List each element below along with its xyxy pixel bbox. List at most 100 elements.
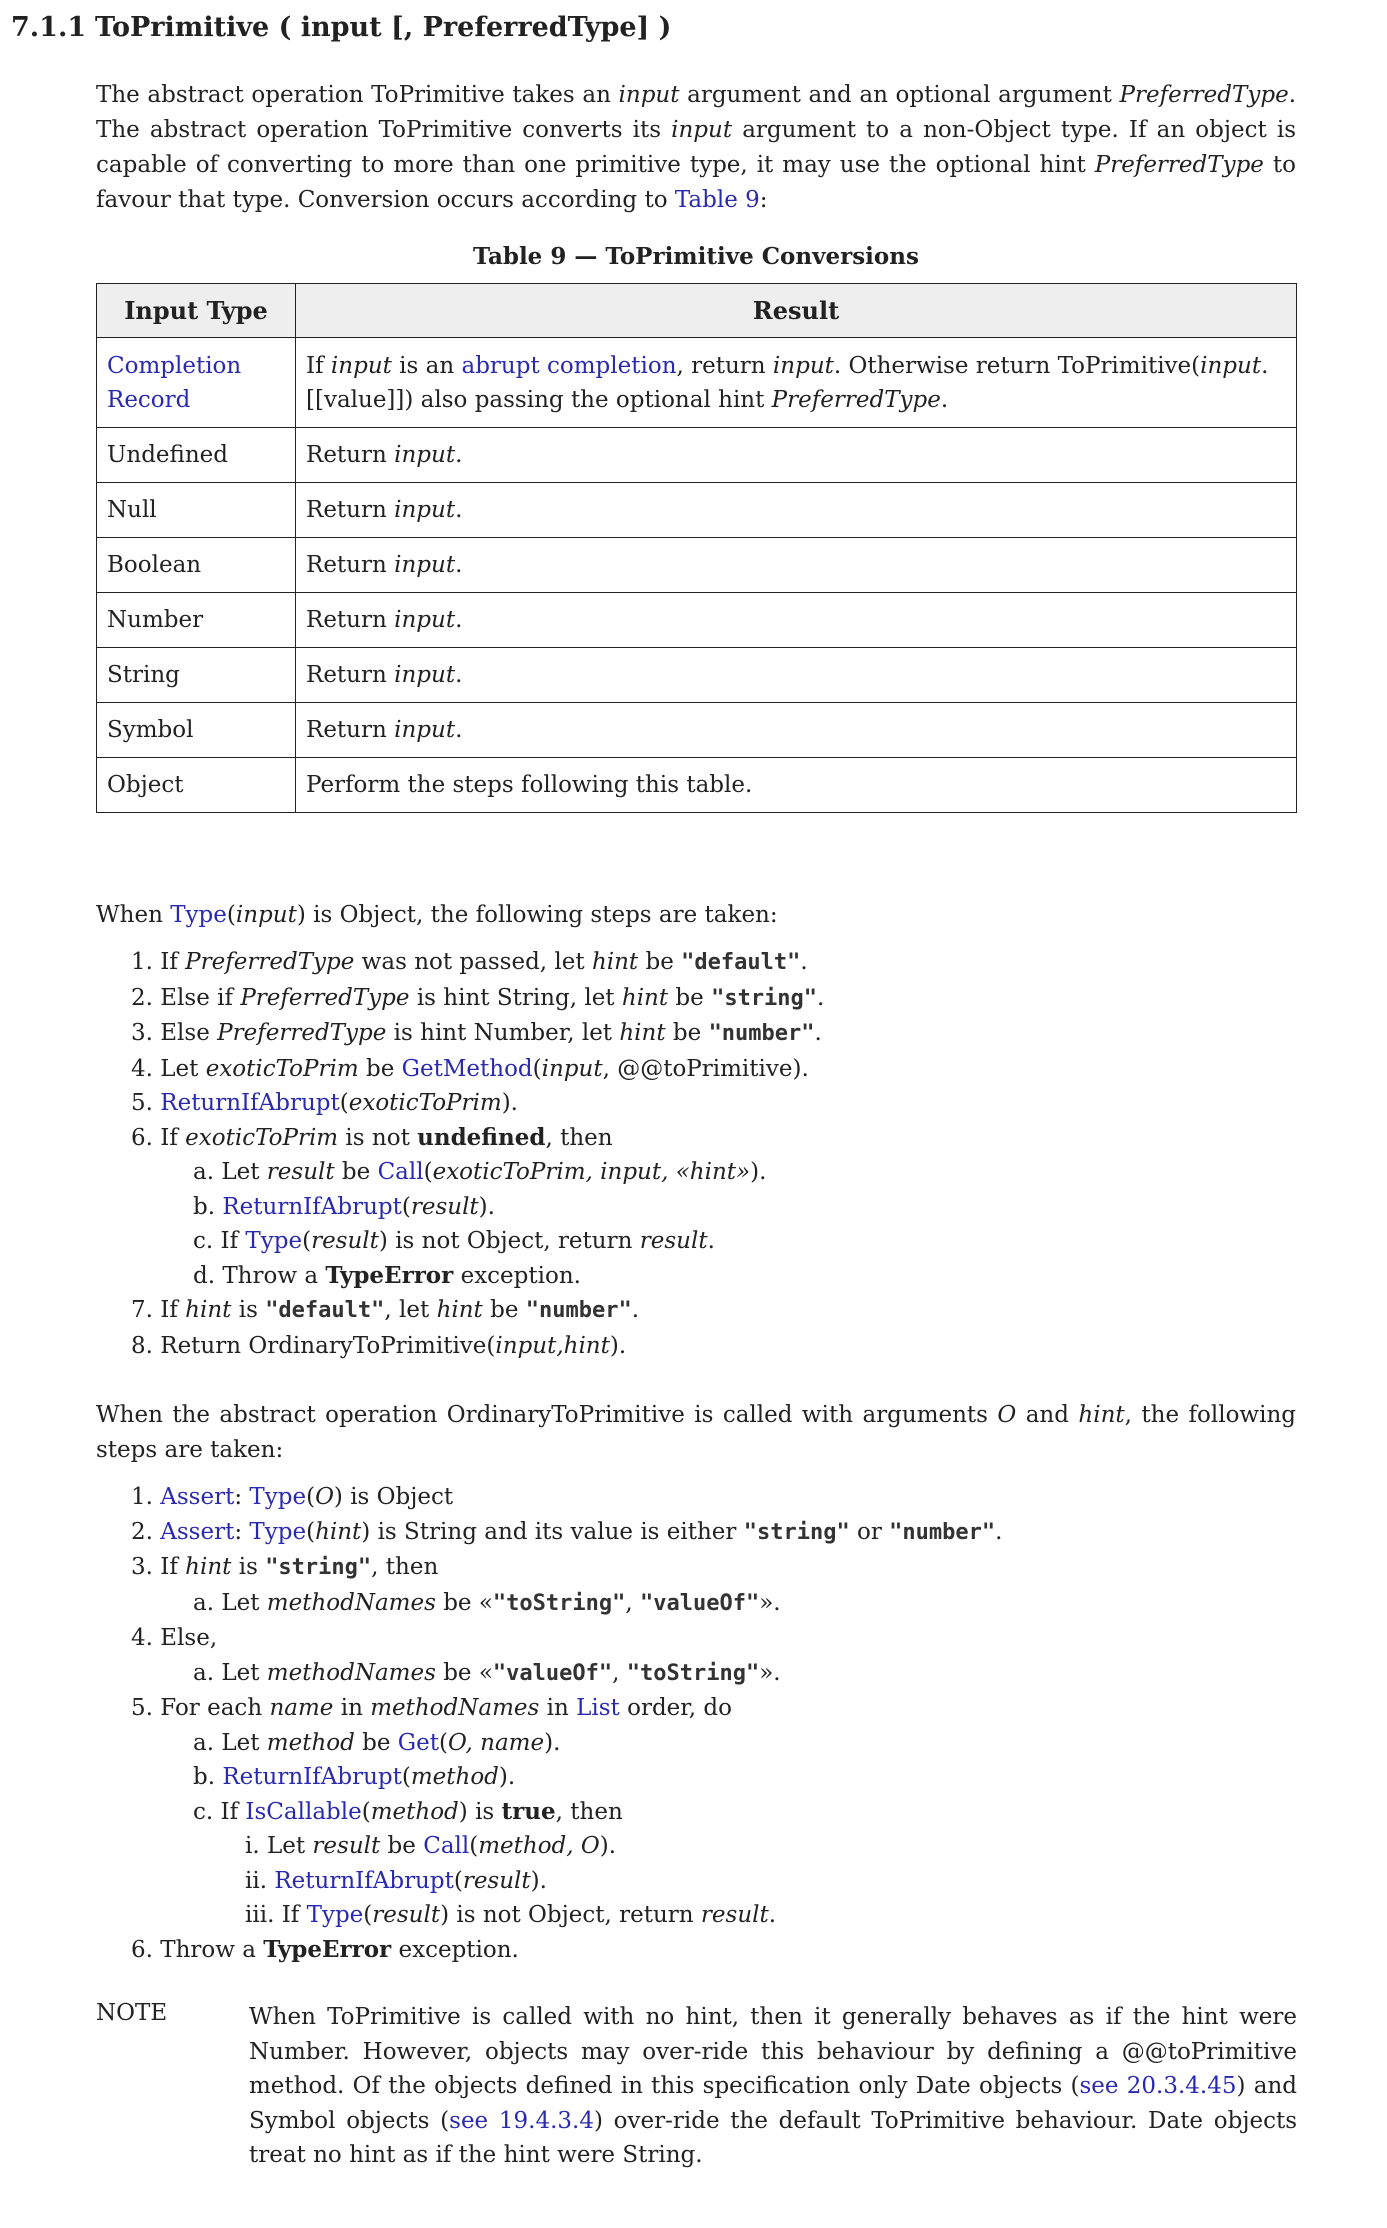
text: ). xyxy=(498,1764,516,1790)
returnifabrupt-link[interactable]: ReturnIfAbrupt xyxy=(160,1090,340,1116)
term: O xyxy=(997,1402,1017,1428)
term: input xyxy=(394,497,456,523)
text: a. Let xyxy=(193,1729,267,1756)
text: ( xyxy=(363,1902,373,1928)
text: Return xyxy=(306,497,395,523)
bold-term: TypeError xyxy=(263,1935,392,1963)
step: 6. If exoticToPrim is not undefined, the… xyxy=(131,1121,824,1156)
step: 8. Return OrdinaryToPrimitive(input,hint… xyxy=(131,1329,824,1364)
returnifabrupt-link[interactable]: ReturnIfAbrupt xyxy=(222,1194,402,1220)
text: a. Let xyxy=(193,1589,267,1616)
text: be xyxy=(668,984,712,1011)
text: , then xyxy=(371,1554,439,1580)
assert-link[interactable]: Assert xyxy=(160,1484,234,1510)
cell-result: Return input. xyxy=(295,537,1297,593)
text: exception. xyxy=(391,1936,519,1963)
step: 3. If hint is "string", then xyxy=(131,1550,1002,1586)
substep: iii. If Type(result) is not Object, retu… xyxy=(131,1898,1002,1933)
text: Return xyxy=(306,607,395,633)
substep: d. Throw a TypeError exception. xyxy=(131,1259,824,1294)
term: input xyxy=(235,902,297,928)
term: input xyxy=(671,117,733,143)
see-19-4-3-4-link[interactable]: see 19.4.3.4 xyxy=(449,2108,594,2134)
text: b. xyxy=(193,1193,223,1220)
text: . xyxy=(995,1518,1003,1545)
text: ( xyxy=(306,1518,316,1545)
text: be « xyxy=(435,1589,493,1616)
table-row: Symbol Return input. xyxy=(96,702,1297,758)
text: 2. Else if xyxy=(131,984,241,1011)
abrupt-completion-link[interactable]: abrupt completion xyxy=(462,353,677,379)
term: methodNames xyxy=(266,1589,436,1616)
text: ( xyxy=(339,1090,349,1116)
text: . xyxy=(631,1297,640,1323)
completion-record-link[interactable]: Completion Record xyxy=(107,353,241,413)
text: 1. If xyxy=(131,949,186,975)
type-link[interactable]: Type xyxy=(245,1228,302,1254)
get-link[interactable]: Get xyxy=(398,1730,439,1756)
text: When xyxy=(96,902,171,928)
text: is hint String, let xyxy=(409,984,622,1011)
term: PreferredType xyxy=(1119,82,1289,108)
returnifabrupt-link[interactable]: ReturnIfAbrupt xyxy=(274,1868,454,1894)
getmethod-link[interactable]: GetMethod xyxy=(402,1056,533,1082)
conversion-table: Input Type Result Completion Record If in… xyxy=(96,283,1297,813)
term: input xyxy=(394,717,456,743)
code-literal: "toString" xyxy=(492,1590,626,1616)
text: b. xyxy=(193,1764,223,1790)
ordinary-paragraph: When the abstract operation OrdinaryToPr… xyxy=(96,1398,1296,1468)
term: methodNames xyxy=(370,1695,540,1721)
call-link[interactable]: Call xyxy=(378,1159,424,1185)
text: and xyxy=(1016,1402,1079,1428)
term: input xyxy=(618,82,680,108)
call-link[interactable]: Call xyxy=(423,1833,469,1859)
substep: b. ReturnIfAbrupt(method). xyxy=(131,1760,1002,1795)
text: ). xyxy=(750,1159,767,1185)
when-object-paragraph: When Type(input) is Object, the followin… xyxy=(96,898,1296,933)
list-link[interactable]: List xyxy=(576,1695,620,1721)
type-link[interactable]: Type xyxy=(249,1484,306,1510)
assert-link[interactable]: Assert xyxy=(160,1519,234,1545)
code-literal: "toString" xyxy=(626,1660,760,1686)
type-link[interactable]: Type xyxy=(170,902,227,928)
text: 5. xyxy=(131,1090,161,1116)
see-20-3-4-45-link[interactable]: see 20.3.4.45 xyxy=(1079,2073,1236,2099)
cell-result: Return input. xyxy=(295,647,1297,703)
text: ( xyxy=(469,1833,479,1859)
term: input xyxy=(541,1055,603,1082)
text: Return xyxy=(306,552,395,578)
text: c. If xyxy=(193,1228,246,1254)
substep: ii. ReturnIfAbrupt(result). xyxy=(131,1864,1002,1899)
text: : xyxy=(234,1518,250,1545)
iscallable-link[interactable]: IsCallable xyxy=(245,1799,361,1825)
text: ) is not Object, return xyxy=(440,1902,701,1928)
term: O xyxy=(315,1484,334,1510)
text: . xyxy=(940,386,949,413)
code-literal: "number" xyxy=(889,1519,996,1545)
term: result xyxy=(312,1833,381,1859)
table-row: String Return input. xyxy=(96,647,1297,703)
type-link[interactable]: Type xyxy=(249,1519,306,1545)
step: 2. Assert: Type(hint) is String and its … xyxy=(131,1515,1002,1551)
toprimitive-steps: 1. If PreferredType was not passed, let … xyxy=(131,945,824,1363)
text: ). xyxy=(530,1867,547,1894)
text: . xyxy=(455,607,463,633)
table-9-link[interactable]: Table 9 xyxy=(675,187,760,213)
note-text: When ToPrimitive is called with no hint,… xyxy=(249,2000,1297,2173)
text: . xyxy=(707,1228,715,1254)
text: , xyxy=(625,1589,640,1616)
term: input,hint xyxy=(495,1332,610,1359)
term: method xyxy=(266,1729,355,1756)
term: hint xyxy=(436,1297,483,1323)
text: ). xyxy=(544,1729,561,1756)
text: ( xyxy=(361,1798,371,1825)
returnifabrupt-link[interactable]: ReturnIfAbrupt xyxy=(222,1764,402,1790)
text: ( xyxy=(532,1055,542,1082)
type-link[interactable]: Type xyxy=(307,1902,364,1928)
term: input xyxy=(1200,352,1262,379)
text: Completion xyxy=(107,352,242,379)
text: a. Let xyxy=(193,1159,267,1185)
text: a. Let xyxy=(193,1659,267,1686)
step: 3. Else PreferredType is hint Number, le… xyxy=(131,1016,824,1052)
text: c. If xyxy=(193,1798,246,1825)
